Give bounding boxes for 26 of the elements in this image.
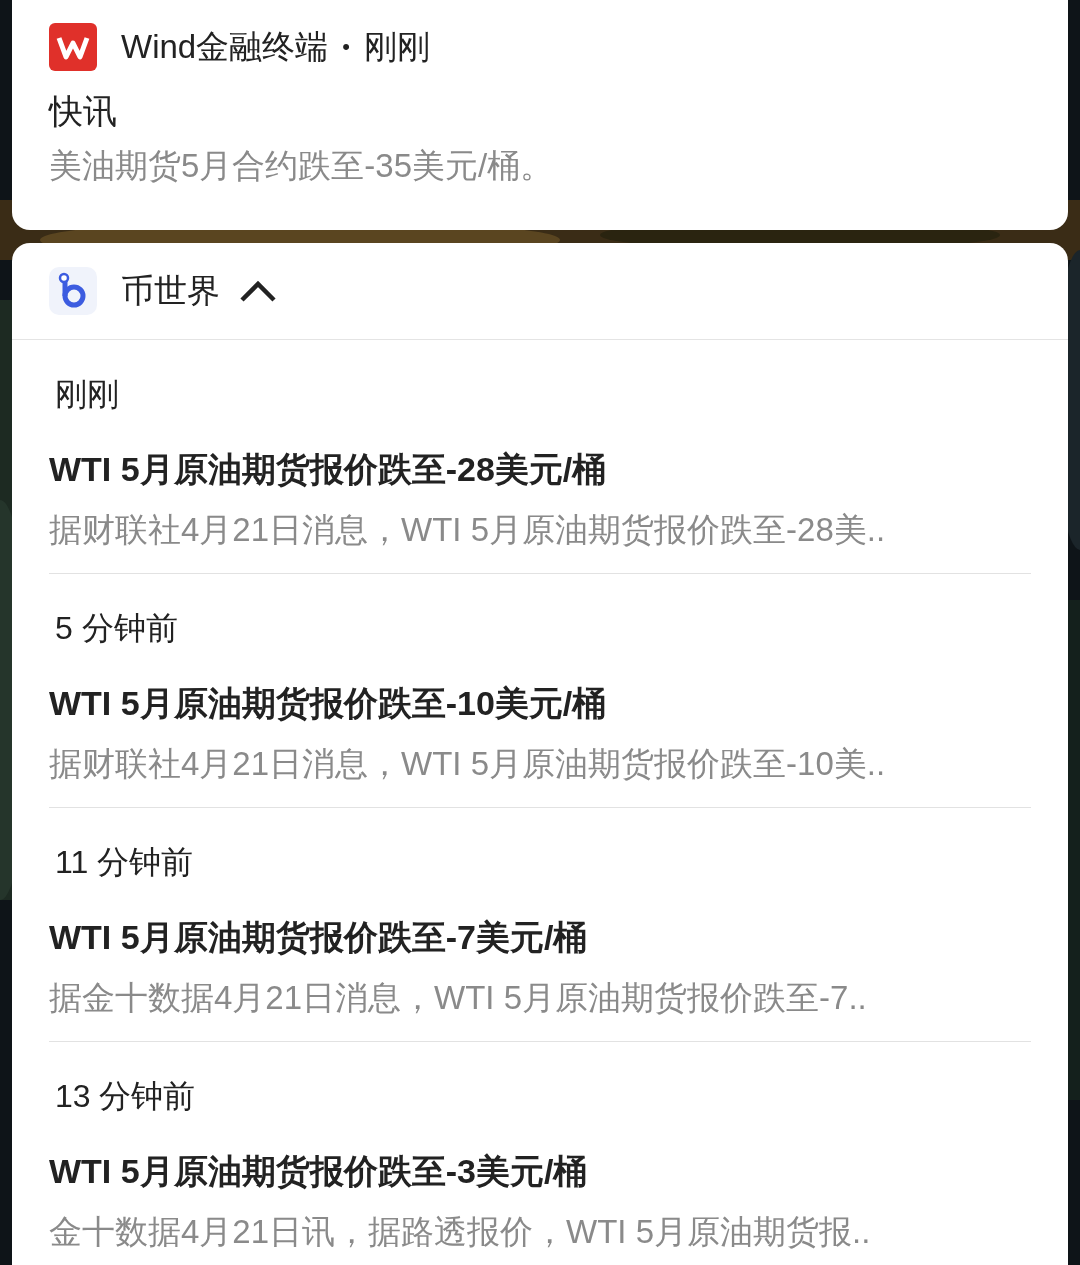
notification-item[interactable]: 13 分钟前 WTI 5月原油期货报价跌至-3美元/桶 金十数据4月21日讯，据路透报价，WTI 5月原油期货报.. (49, 1042, 1031, 1265)
app-name: Wind金融终端 (121, 27, 329, 67)
item-time: 刚刚 (55, 375, 120, 414)
item-time: 11 分钟前 (55, 843, 195, 882)
notification-item[interactable]: 11 分钟前 WTI 5月原油期货报价跌至-7美元/桶 据金十数据4月21日消息，WTI 5月原油期货报价跌至-7.. (49, 808, 1031, 1042)
item-title: WTI 5月原油期货报价跌至-10美元/桶 (49, 683, 608, 724)
app-logo-icon (49, 267, 97, 315)
separator-dot: • (342, 33, 350, 62)
notification-time: 刚刚 (363, 27, 430, 67)
item-body: 据财联社4月21日消息，WTI 5月原油期货报价跌至-28美.. (49, 510, 887, 550)
notification-item[interactable]: 刚刚 WTI 5月原油期货报价跌至-28美元/桶 据财联社4月21日消息，WTI 5月原油期货报价跌至-28美.. (49, 340, 1031, 574)
item-body: 金十数据4月21日讯，据路透报价，WTI 5月原油期货报.. (49, 1212, 872, 1252)
item-title: WTI 5月原油期货报价跌至-28美元/桶 (49, 449, 608, 490)
item-time: 13 分钟前 (55, 1077, 197, 1116)
item-body: 据金十数据4月21日消息，WTI 5月原油期货报价跌至-7.. (49, 978, 868, 1018)
item-time: 5 分钟前 (55, 609, 179, 648)
app-name: 币世界 (121, 271, 220, 312)
item-title: WTI 5月原油期货报价跌至-3美元/桶 (49, 1151, 589, 1192)
notification-body: 美油期货5月合约跌至-35美元/桶。 (49, 145, 555, 186)
notification-card[interactable]: Wind金融终端 • 刚刚 快讯 美油期货5月合约跌至-35美元/桶。 (12, 0, 1068, 230)
item-body: 据财联社4月21日消息，WTI 5月原油期货报价跌至-10美.. (49, 744, 887, 784)
notification-item[interactable]: 5 分钟前 WTI 5月原油期货报价跌至-10美元/桶 据财联社4月21日消息，WTI 5月原油期货报价跌至-10美.. (49, 574, 1031, 808)
item-title: WTI 5月原油期货报价跌至-7美元/桶 (49, 917, 589, 958)
notification-title: 快讯 (49, 90, 118, 132)
app-logo-icon (49, 22, 97, 71)
chevron-up-icon (238, 278, 278, 304)
